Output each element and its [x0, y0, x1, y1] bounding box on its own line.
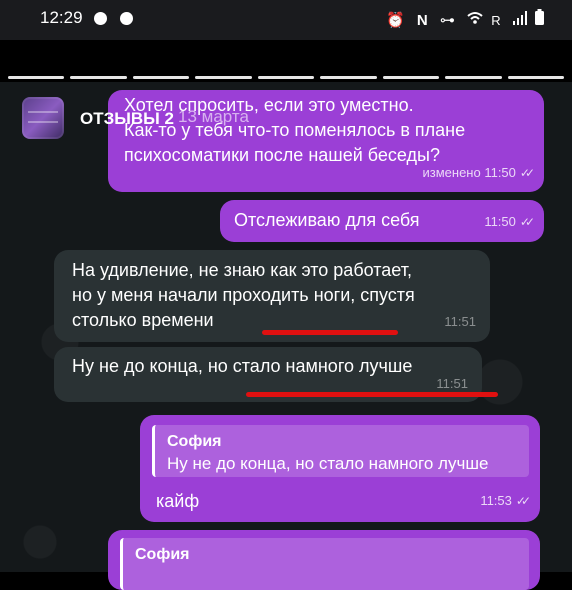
roaming-icon: R: [491, 13, 505, 28]
message-bubble-outgoing: Хотел спросить, если это уместно. Как-то…: [108, 90, 544, 192]
story-progress-segment: [8, 76, 65, 79]
signal-icon: [512, 11, 527, 29]
message-meta: 11:53 ✓✓: [480, 488, 531, 514]
story-progress-segment: [132, 76, 190, 79]
reply-quote[interactable]: София: [120, 538, 529, 590]
story-progress-segment: [507, 76, 564, 79]
message-bubble-outgoing: София Ну не до конца, но стало намного л…: [140, 415, 540, 522]
reply-author: София: [135, 546, 190, 563]
story-progress-segment: [70, 76, 127, 79]
message-time: изменено 11:50: [422, 165, 516, 180]
message-line: На удивление, не знаю как это работает,: [72, 260, 412, 280]
message-time: 11:53: [480, 493, 512, 508]
alarm-icon: ⏰: [386, 12, 409, 29]
status-bar: 12:29 ⏰ N ⊶ R: [0, 0, 572, 40]
story-date: 13 марта: [178, 107, 249, 126]
key-icon: ⊶: [439, 12, 459, 29]
double-check-icon: ✓✓: [519, 166, 535, 180]
story-progress-segment: [195, 76, 252, 79]
notification-dot-icon: [120, 12, 133, 25]
reply-text: Ну не до конца, но стало намного лучше: [167, 454, 489, 473]
highlight-underline: [262, 330, 398, 335]
double-check-icon: ✓✓: [515, 494, 531, 508]
message-time: 11:50: [484, 214, 516, 229]
wifi-icon: [467, 11, 483, 29]
message-meta: изменено 11:50 ✓✓: [422, 160, 536, 186]
story-progress-bars: [8, 76, 564, 79]
story-progress-segment: [445, 76, 502, 79]
message-line: Хотел спросить, если это уместно.: [124, 95, 414, 115]
message-bubble-incoming: На удивление, не знаю как это работает, …: [54, 250, 490, 342]
message-line: психосоматики после нашей беседы?: [124, 145, 440, 165]
status-icons: ⏰ N ⊶ R: [386, 9, 544, 29]
nfc-icon: N: [416, 12, 432, 29]
battery-icon: [535, 9, 544, 29]
message-line: кайф: [156, 491, 200, 511]
status-time: 12:29: [40, 8, 83, 27]
notification-dot-icon: [94, 12, 107, 25]
message-time: 11:51: [444, 314, 476, 329]
message-bubble-outgoing: Отслеживаю для себя 11:50 ✓✓: [220, 200, 544, 242]
highlight-underline: [246, 392, 498, 397]
message-line: Отслеживаю для себя: [234, 210, 420, 230]
story-title: ОТЗЫВЫ 2: [80, 109, 174, 128]
message-meta: 11:50 ✓✓: [484, 209, 535, 235]
story-progress-segment: [320, 76, 377, 79]
reply-quote[interactable]: София Ну не до конца, но стало намного л…: [152, 425, 529, 477]
message-bubble-outgoing: София: [108, 530, 540, 590]
message-line: Как-то у тебя что-то поменялось в плане: [124, 120, 466, 140]
avatar[interactable]: [22, 97, 64, 139]
story-progress-segment: [382, 76, 440, 79]
message-line: но у меня начали проходить ноги, спустя: [72, 285, 415, 305]
double-check-icon: ✓✓: [519, 215, 535, 229]
story-progress-segment: [257, 76, 315, 79]
message-line: Ну не до конца, но стало намного лучше: [72, 356, 413, 376]
